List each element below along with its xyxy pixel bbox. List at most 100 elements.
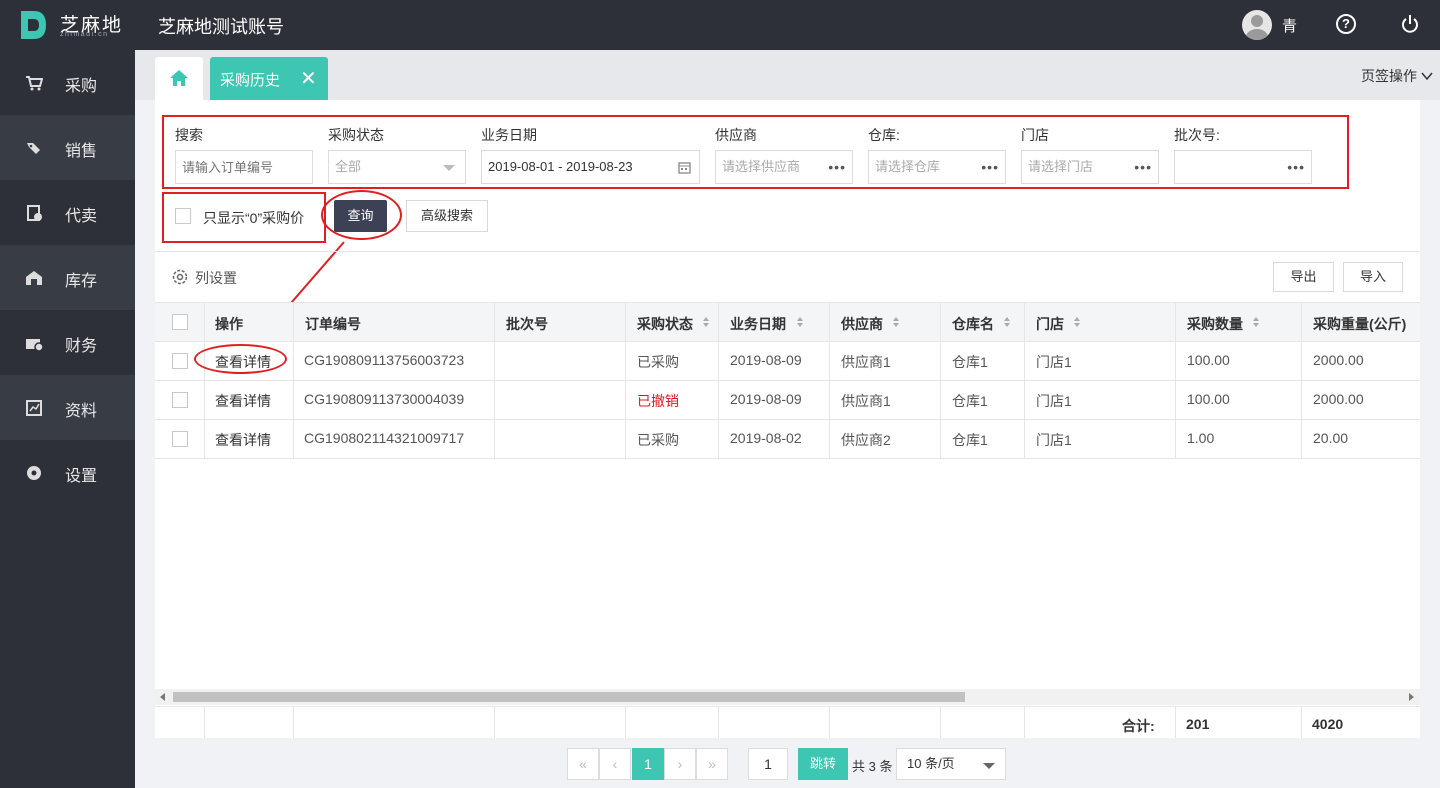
tab-bar: 采购历史 ✕ 页签操作 <box>135 50 1440 100</box>
sort-icon[interactable] <box>1252 316 1260 328</box>
row-checkbox[interactable] <box>172 353 188 369</box>
close-icon[interactable]: ✕ <box>300 66 317 91</box>
export-button[interactable]: 导出 <box>1273 262 1334 292</box>
order-no: CG190809113730004039 <box>304 391 465 407</box>
col-divider <box>1301 706 1302 738</box>
col-header-action: 操作 <box>215 316 243 332</box>
last-page-button[interactable]: » <box>696 748 728 780</box>
sort-icon[interactable] <box>1073 316 1081 328</box>
warehouse: 仓库1 <box>952 432 988 448</box>
col-header-warehouse[interactable]: 仓库名 <box>952 314 994 334</box>
sidebar-label: 设置 <box>65 468 98 485</box>
horizontal-scrollbar[interactable] <box>155 689 1420 705</box>
sort-icon[interactable] <box>1003 316 1011 328</box>
annotation-ellipse <box>321 190 402 240</box>
chevron-down-icon <box>1421 72 1433 81</box>
scroll-thumb[interactable] <box>173 692 965 702</box>
date: 2019-08-09 <box>730 352 802 368</box>
order-no: CG190809113756003723 <box>304 352 465 368</box>
column-settings[interactable]: 列设置 <box>195 268 237 288</box>
row-divider <box>155 419 1420 420</box>
scroll-left-icon[interactable] <box>160 693 166 701</box>
status: 已采购 <box>637 432 679 448</box>
col-divider <box>1175 706 1176 738</box>
sidebar-label: 代卖 <box>65 208 98 225</box>
col-divider <box>1301 302 1302 458</box>
sort-icon[interactable] <box>702 316 710 328</box>
caret-down-icon <box>983 763 995 769</box>
warehouse-icon <box>26 271 42 285</box>
supplier: 供应商1 <box>841 354 891 370</box>
sidebar: 采购 销售 代卖 库存 财务 资料 设置 <box>0 50 135 788</box>
col-divider <box>494 302 495 458</box>
pagination: « ‹ 1 › » 1 跳转 共 3 条 10 条/页 <box>135 738 1440 788</box>
row-checkbox[interactable] <box>172 431 188 447</box>
tab-home[interactable] <box>155 57 203 100</box>
import-button[interactable]: 导入 <box>1343 262 1403 292</box>
col-divider <box>829 706 830 738</box>
avatar[interactable] <box>1242 10 1272 40</box>
view-details-link[interactable]: 查看详情 <box>215 391 271 411</box>
sidebar-item-inventory[interactable]: 库存 <box>0 245 135 310</box>
tab-operations-label: 页签操作 <box>1361 68 1417 84</box>
view-details-link[interactable]: 查看详情 <box>215 430 271 450</box>
col-header-date[interactable]: 业务日期 <box>730 314 786 334</box>
help-icon[interactable]: ? <box>1336 14 1356 34</box>
row-checkbox[interactable] <box>172 392 188 408</box>
col-header-weight[interactable]: 采购重量(公斤) <box>1313 314 1406 334</box>
sidebar-item-settings[interactable]: 设置 <box>0 440 135 505</box>
col-divider <box>940 302 941 458</box>
sidebar-item-data[interactable]: 资料 <box>0 375 135 440</box>
sidebar-item-purchase[interactable]: 采购 <box>0 50 135 115</box>
advanced-search-button[interactable]: 高级搜索 <box>406 200 488 232</box>
supplier: 供应商1 <box>841 393 891 409</box>
sort-icon[interactable] <box>796 316 804 328</box>
sidebar-item-sales[interactable]: 销售 <box>0 115 135 180</box>
sort-icon[interactable] <box>892 316 900 328</box>
status: 已撤销 <box>637 393 679 409</box>
finance-icon <box>26 339 43 352</box>
page-size-select[interactable]: 10 条/页 <box>896 748 1006 780</box>
col-header-qty[interactable]: 采购数量 <box>1187 314 1243 334</box>
goto-page-input[interactable]: 1 <box>748 748 788 780</box>
select-all-checkbox[interactable] <box>172 314 188 330</box>
account-name: 芝麻地测试账号 <box>158 17 284 37</box>
store: 门店1 <box>1036 354 1072 370</box>
col-divider <box>625 302 626 458</box>
sidebar-item-consign[interactable]: 代卖 <box>0 180 135 245</box>
col-header-order-no: 订单编号 <box>305 316 361 332</box>
col-header-store[interactable]: 门店 <box>1036 314 1064 334</box>
store: 门店1 <box>1036 432 1072 448</box>
home-icon <box>170 70 188 86</box>
col-header-status[interactable]: 采购状态 <box>637 314 693 334</box>
page-1-button[interactable]: 1 <box>632 748 664 780</box>
sidebar-label: 财务 <box>65 338 98 355</box>
settings-icon[interactable] <box>171 268 189 286</box>
sidebar-item-finance[interactable]: 财务 <box>0 310 135 375</box>
col-divider <box>829 302 830 458</box>
total-count: 共 3 条 <box>852 759 893 774</box>
col-divider <box>204 706 205 738</box>
username[interactable]: 青 <box>1282 15 1297 36</box>
col-header-supplier[interactable]: 供应商 <box>841 314 883 334</box>
page-size-value: 10 条/页 <box>907 756 955 771</box>
total-label: 合计: <box>1122 718 1155 734</box>
data-icon <box>26 400 42 416</box>
weight: 20.00 <box>1313 430 1349 446</box>
col-divider <box>718 302 719 458</box>
date: 2019-08-02 <box>730 430 802 446</box>
logo-domain: zhimadi.cn <box>60 31 109 38</box>
col-divider <box>1024 706 1025 738</box>
power-icon[interactable] <box>1400 14 1420 34</box>
col-divider <box>293 706 294 738</box>
tab-operations[interactable]: 页签操作 <box>1361 66 1433 86</box>
first-page-button[interactable]: « <box>567 748 599 780</box>
qty: 1.00 <box>1187 430 1215 446</box>
jump-button[interactable]: 跳转 <box>798 748 848 780</box>
next-page-button[interactable]: › <box>664 748 696 780</box>
scroll-right-icon[interactable] <box>1409 693 1415 701</box>
tab-purchase-history[interactable]: 采购历史 ✕ <box>210 57 328 100</box>
prev-page-button[interactable]: ‹ <box>599 748 631 780</box>
status: 已采购 <box>637 354 679 370</box>
weight: 2000.00 <box>1313 391 1364 407</box>
